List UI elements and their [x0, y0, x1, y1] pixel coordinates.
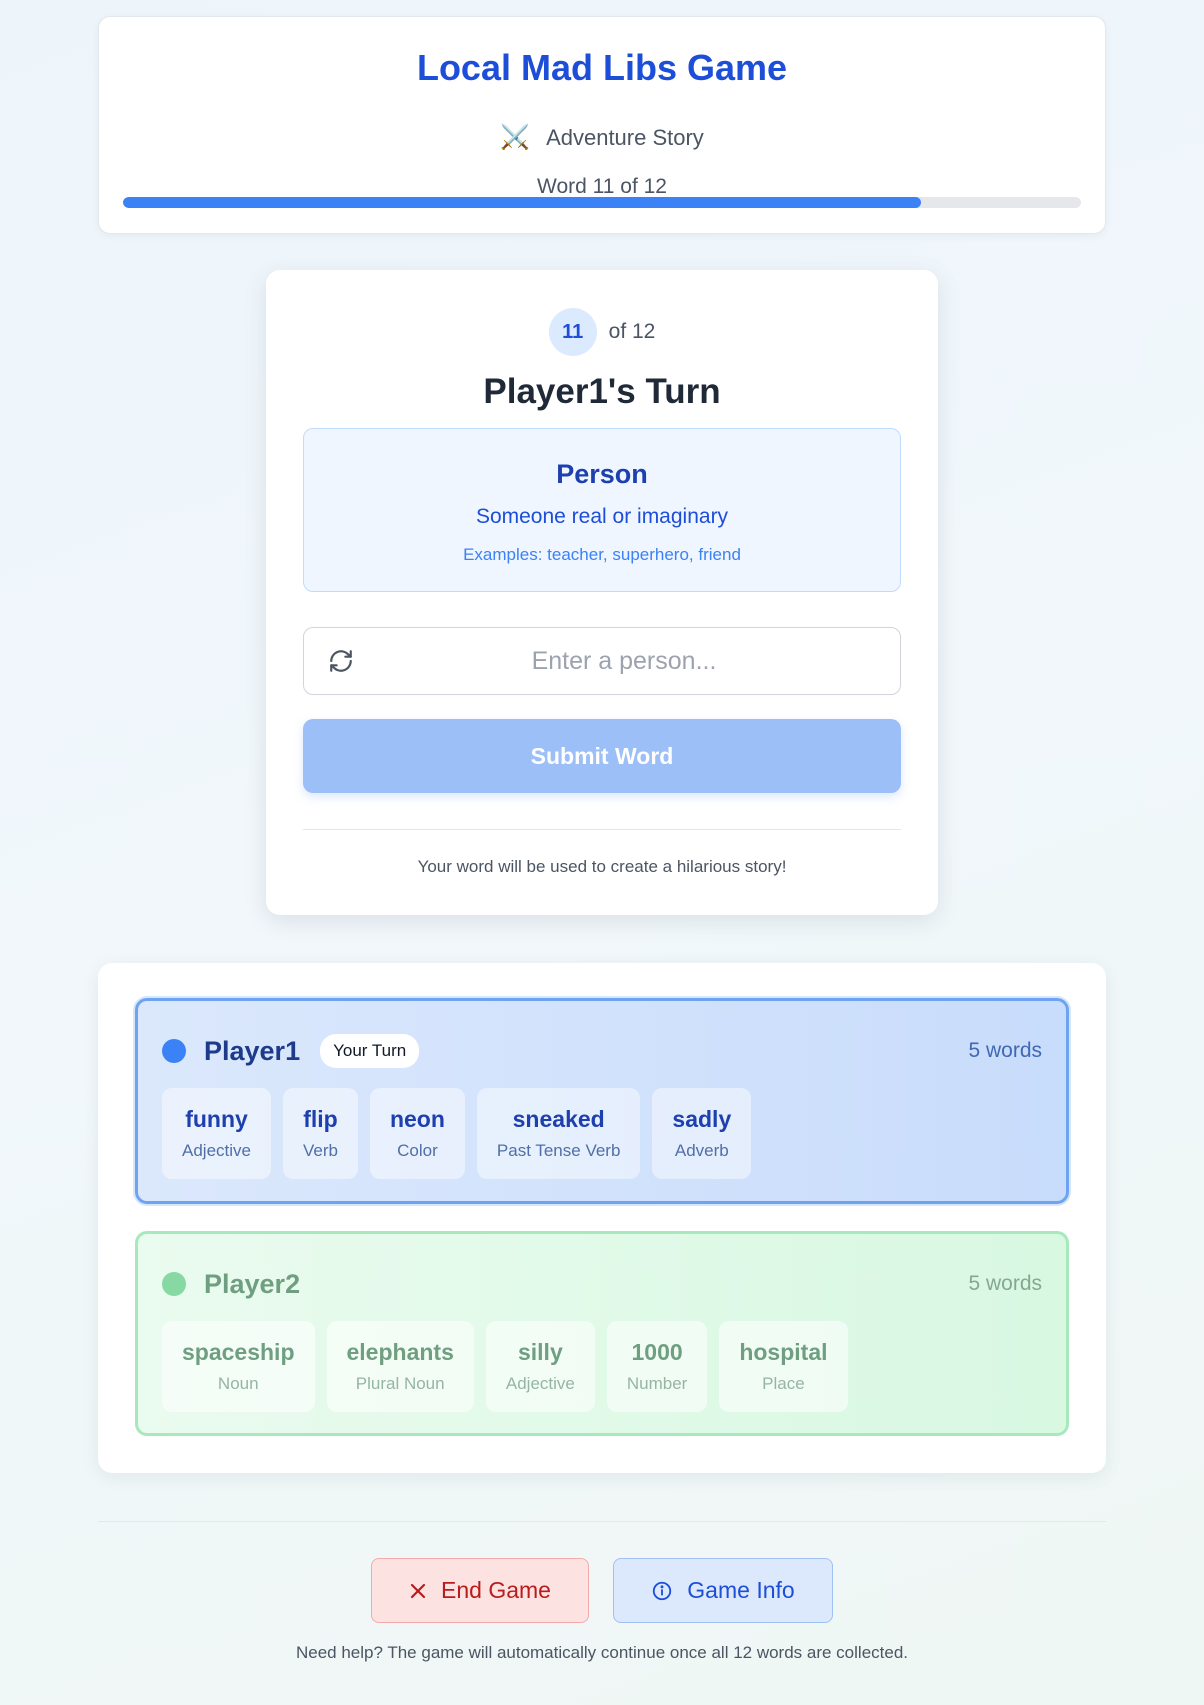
- game-info-button[interactable]: Game Info: [613, 1558, 833, 1623]
- word-prompt: Person Someone real or imaginary Example…: [303, 428, 901, 592]
- prompt-description: Someone real or imaginary: [475, 505, 729, 528]
- word-counter: 11 of 12: [266, 308, 938, 356]
- chip-type: Noun: [217, 1374, 259, 1393]
- word-chip: hospital Place: [719, 1321, 848, 1412]
- word-progress-text: Word 11 of 12: [537, 175, 667, 198]
- player-color-dot: [162, 1272, 186, 1296]
- prompt-examples: Examples: teacher, superhero, friend: [463, 545, 741, 564]
- chip-word: elephants: [346, 1339, 454, 1365]
- player-name: Player1: [204, 1035, 301, 1066]
- chip-type: Place: [762, 1374, 805, 1393]
- word-chip: flip Verb: [282, 1088, 358, 1179]
- chip-word: sneaked: [512, 1106, 605, 1132]
- word-input[interactable]: [374, 628, 874, 694]
- help-text: Need help? The game will automatically c…: [295, 1643, 909, 1662]
- player-panel-player1: Player1 Your Turn 5 words funny Adjectiv…: [135, 998, 1069, 1204]
- crossed-swords-icon: ⚔️: [500, 124, 531, 151]
- word-chip: funny Adjective: [162, 1088, 271, 1179]
- player-name: Player2: [204, 1268, 301, 1299]
- word-chip: 1000 Number: [606, 1321, 708, 1412]
- word-chip: sadly Adverb: [652, 1088, 752, 1179]
- chip-type: Adjective: [505, 1374, 575, 1393]
- word-total: of 12: [608, 320, 656, 343]
- word-chip: elephants Plural Noun: [326, 1321, 474, 1412]
- word-chip: sneaked Past Tense Verb: [476, 1088, 641, 1179]
- chip-type: Past Tense Verb: [496, 1141, 621, 1160]
- story-type-row: ⚔️ Adventure Story: [99, 123, 1105, 152]
- progress-bar-fill: [123, 197, 922, 208]
- info-icon: [653, 1581, 672, 1600]
- chip-type: Adjective: [182, 1141, 251, 1160]
- chip-word: silly: [517, 1339, 563, 1365]
- word-input-wrapper: [303, 627, 901, 695]
- end-game-button[interactable]: End Game: [371, 1558, 589, 1623]
- chip-word: flip: [303, 1106, 338, 1132]
- prompt-word-type: Person: [556, 459, 648, 489]
- word-chips: spaceship Noun elephants Plural Noun sil…: [162, 1321, 848, 1412]
- word-chip: silly Adjective: [485, 1321, 595, 1412]
- player-word-count: 5 words: [968, 1272, 1042, 1295]
- end-game-label: End Game: [441, 1577, 551, 1603]
- chip-type: Color: [397, 1141, 438, 1160]
- word-chip: spaceship Noun: [162, 1321, 315, 1412]
- submit-word-button[interactable]: Submit Word: [303, 719, 901, 793]
- game-header: Local Mad Libs Game ⚔️ Adventure Story W…: [98, 16, 1106, 234]
- chip-word: 1000: [631, 1339, 683, 1365]
- player-header: Player1 Your Turn 5 words: [162, 1033, 1042, 1069]
- word-chips: funny Adjective flip Verb neon Color sne…: [162, 1088, 752, 1179]
- current-word-number: 11: [548, 308, 597, 356]
- player-color-dot: [162, 1039, 186, 1063]
- story-type-label: Adventure Story: [546, 124, 704, 150]
- chip-word: sadly: [672, 1106, 732, 1132]
- divider: [303, 829, 901, 830]
- turn-card: 11 of 12 Player1's Turn Person Someone r…: [266, 270, 938, 915]
- players-card: Player1 Your Turn 5 words funny Adjectiv…: [98, 963, 1106, 1473]
- player-word-count: 5 words: [968, 1039, 1042, 1062]
- word-chip: neon Color: [369, 1088, 465, 1179]
- refresh-icon[interactable]: [328, 648, 354, 674]
- turn-title: Player1's Turn: [483, 372, 721, 411]
- chip-word: neon: [389, 1106, 445, 1132]
- progress-bar: [123, 197, 1081, 208]
- chip-word: hospital: [739, 1339, 828, 1365]
- chip-type: Adverb: [674, 1141, 729, 1160]
- player-header: Player2 5 words: [162, 1266, 1042, 1302]
- chip-word: spaceship: [182, 1339, 295, 1365]
- your-turn-badge: Your Turn: [320, 1034, 420, 1068]
- chip-type: Number: [626, 1374, 688, 1393]
- footer-divider: [98, 1521, 1106, 1522]
- app-title: Local Mad Libs Game: [416, 47, 788, 88]
- chip-type: Verb: [302, 1141, 338, 1160]
- turn-footer-note: Your word will be used to create a hilar…: [417, 857, 787, 876]
- game-info-label: Game Info: [687, 1577, 795, 1603]
- player-panel-player2: Player2 5 words spaceship Noun elephants…: [135, 1231, 1069, 1436]
- chip-type: Plural Noun: [355, 1374, 445, 1393]
- chip-word: funny: [185, 1106, 248, 1132]
- close-icon: [410, 1583, 426, 1598]
